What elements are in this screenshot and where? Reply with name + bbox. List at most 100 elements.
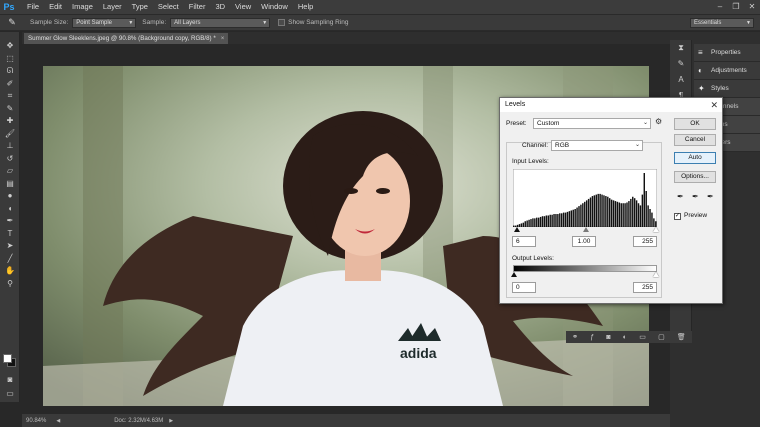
histogram-bar xyxy=(549,214,551,227)
clone-stamp-tool-icon[interactable]: ⊥ xyxy=(0,140,20,153)
input-levels-label: Input Levels: xyxy=(512,158,549,165)
cancel-button[interactable]: Cancel xyxy=(674,134,716,146)
dialog-title-bar[interactable]: Levels ✕ xyxy=(500,98,722,112)
character-icon[interactable]: A xyxy=(670,72,692,88)
histogram-bar xyxy=(624,203,626,227)
output-white-field[interactable]: 255 xyxy=(633,282,657,293)
chevron-down-icon: ⌄ xyxy=(634,142,640,148)
document-tab[interactable]: Summer Glow Sleeklens.jpeg @ 90.8% (Back… xyxy=(24,33,229,44)
preview-checkbox[interactable]: ✓ xyxy=(674,213,681,220)
menu-file[interactable]: File xyxy=(22,0,44,14)
levels-histogram xyxy=(513,169,657,227)
maximize-button[interactable]: ❐ xyxy=(728,0,744,14)
menu-layer[interactable]: Layer xyxy=(98,0,127,14)
pen-tool-icon[interactable]: ✒ xyxy=(0,215,20,228)
histogram-bar xyxy=(651,212,653,227)
histogram-bar xyxy=(534,218,536,227)
zoom-tool-icon[interactable]: ⚲ xyxy=(0,278,20,291)
menu-bar: Ps File Edit Image Layer Type Select Filter 3D V… xyxy=(0,0,760,14)
histogram-bar xyxy=(541,216,544,227)
line-tool-icon[interactable]: ╱ xyxy=(0,253,20,266)
show-sampling-ring-checkbox[interactable] xyxy=(278,19,286,26)
adjustments-label: Adjustments xyxy=(711,67,747,74)
gradient-tool-icon[interactable]: ▤ xyxy=(0,178,20,191)
sample-size-select[interactable]: Point Sample ▼ xyxy=(72,17,137,28)
screen-mode-icon[interactable]: ▭ xyxy=(0,388,20,401)
history-icon[interactable]: ⧗ xyxy=(670,40,692,56)
menu-edit[interactable]: Edit xyxy=(44,0,67,14)
histogram-bar xyxy=(645,191,647,227)
link-layers-icon[interactable]: ⚭ xyxy=(572,333,578,341)
options-button[interactable]: Options... xyxy=(674,171,716,183)
ok-button[interactable]: OK xyxy=(674,118,716,130)
move-tool-icon[interactable]: ✥ xyxy=(0,40,20,53)
close-dialog-icon[interactable]: ✕ xyxy=(710,98,718,112)
styles-label: Styles xyxy=(711,85,729,92)
adjustment-layer-icon[interactable]: ◐ xyxy=(623,334,627,341)
brush-tool-icon[interactable]: 🖌 xyxy=(0,128,20,141)
white-point-eyedropper-icon[interactable]: ✒ xyxy=(707,192,714,201)
delete-layer-icon[interactable]: 🗑 xyxy=(677,333,686,341)
quick-mask-icon[interactable]: ◙ xyxy=(0,374,20,387)
history-brush-tool-icon[interactable]: ↺ xyxy=(0,153,20,166)
dodge-tool-icon[interactable]: ◖ xyxy=(0,203,20,216)
type-tool-icon[interactable]: T xyxy=(0,228,20,241)
healing-brush-tool-icon[interactable]: ✚ xyxy=(0,115,20,128)
minimize-button[interactable]: – xyxy=(712,0,728,14)
layer-style-icon[interactable]: ƒ xyxy=(590,334,594,341)
auto-button[interactable]: Auto xyxy=(674,152,716,164)
quick-select-tool-icon[interactable]: ✐ xyxy=(0,78,20,91)
histogram-bar xyxy=(543,216,546,227)
output-black-field[interactable]: 0 xyxy=(512,282,536,293)
input-white-field[interactable]: 255 xyxy=(633,236,657,247)
black-point-eyedropper-icon[interactable]: ✒ xyxy=(677,192,684,201)
input-black-field[interactable]: 6 xyxy=(512,236,536,247)
eyedropper-tool-icon[interactable]: ✎ xyxy=(0,17,24,28)
adjustments-panel-tab[interactable]: ◐ Adjustments xyxy=(694,62,760,80)
hand-tool-icon[interactable]: ✋ xyxy=(0,265,20,278)
crop-tool-icon[interactable]: ⌗ xyxy=(0,90,20,103)
blur-tool-icon[interactable]: ● xyxy=(0,190,20,203)
properties-panel-tab[interactable]: ≡ Properties xyxy=(694,44,760,62)
menu-filter[interactable]: Filter xyxy=(184,0,211,14)
workspace-select[interactable]: Essentials ▼ xyxy=(690,18,754,28)
histogram-bar xyxy=(524,221,526,227)
marquee-tool-icon[interactable]: ⬚ xyxy=(0,53,20,66)
eyedropper-tool-icon[interactable]: ✎ xyxy=(0,103,20,116)
menu-view[interactable]: View xyxy=(230,0,256,14)
new-layer-icon[interactable]: ▢ xyxy=(658,333,665,341)
status-menu-arrow-icon[interactable]: ▶ xyxy=(169,418,173,424)
preset-dropdown[interactable]: Custom ⌄ xyxy=(533,118,651,129)
menu-help[interactable]: Help xyxy=(293,0,318,14)
gray-point-eyedropper-icon[interactable]: ✒ xyxy=(692,192,699,201)
histogram-bar xyxy=(647,205,649,227)
foreground-color-swatch[interactable] xyxy=(3,354,12,363)
styles-panel-tab[interactable]: ✦ Styles xyxy=(694,80,760,98)
photoshop-logo: Ps xyxy=(3,2,15,12)
lasso-tool-icon[interactable]: ᘏ xyxy=(0,65,20,78)
status-bar: 90.84% ◀ Doc: 2.32M/4.63M ▶ xyxy=(22,414,670,427)
histogram-bar xyxy=(593,195,596,227)
channel-dropdown[interactable]: RGB ⌄ xyxy=(551,140,643,151)
add-mask-icon[interactable]: ◙ xyxy=(606,334,610,341)
eraser-tool-icon[interactable]: ▱ xyxy=(0,165,20,178)
menu-type[interactable]: Type xyxy=(127,0,153,14)
close-window-button[interactable]: ✕ xyxy=(744,0,760,14)
histogram-bar xyxy=(532,218,534,227)
new-group-icon[interactable]: ▭ xyxy=(639,333,646,341)
menu-window[interactable]: Window xyxy=(256,0,293,14)
histogram-bar xyxy=(528,219,530,227)
menu-3d[interactable]: 3D xyxy=(210,0,230,14)
menu-select[interactable]: Select xyxy=(153,0,184,14)
sample-select[interactable]: All Layers ▼ xyxy=(170,17,271,28)
menu-image[interactable]: Image xyxy=(67,0,98,14)
layers-footer-bar: ⚭ ƒ ◙ ◐ ▭ ▢ 🗑 xyxy=(566,331,692,343)
path-select-tool-icon[interactable]: ➤ xyxy=(0,240,20,253)
close-tab-icon[interactable]: × xyxy=(221,35,225,42)
brush-preset-icon[interactable]: ✎ xyxy=(670,56,692,72)
input-gamma-field[interactable]: 1.00 xyxy=(572,236,596,247)
preset-options-gear-icon[interactable]: ⚙ xyxy=(655,117,662,126)
zoom-level[interactable]: 90.84% xyxy=(26,418,46,424)
chevron-down-icon: ▼ xyxy=(746,20,751,26)
document-size[interactable]: Doc: 2.32M/4.63M xyxy=(114,418,163,424)
